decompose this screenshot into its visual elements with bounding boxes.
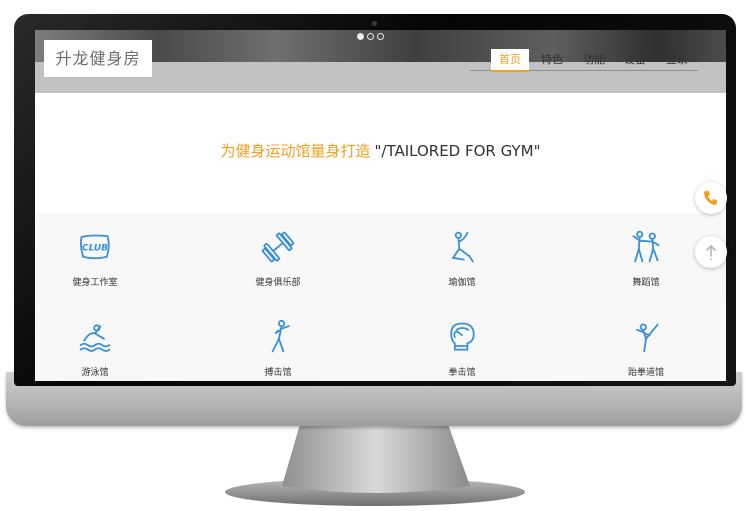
feature-fitness-club[interactable]: 健身俱乐部	[218, 229, 338, 299]
feature-label: 游泳馆	[81, 368, 109, 378]
fighter-icon	[271, 319, 290, 353]
taekwondo-kick-icon	[636, 323, 659, 353]
feature-taekwondo[interactable]: 跆拳道馆	[586, 319, 706, 381]
dancers-icon	[632, 230, 660, 263]
hero-headline: 为健身运动馆量身打造 "/TAILORED FOR GYM"	[35, 140, 726, 161]
screen: 升龙健身房 首页 特色 功能 设备 登录 为健身运动馆量身打造 "/TAILORE…	[35, 30, 726, 381]
feature-label: 跆拳道馆	[627, 368, 664, 378]
feature-grid: CLUB 健身工作室 健身俱乐部 瑜伽馆 舞蹈馆 游泳馆 搏击馆 拳击馆 跆拳道…	[35, 213, 726, 381]
site-logo[interactable]: 升龙健身房	[44, 40, 152, 77]
swimmer-icon	[79, 324, 111, 352]
feature-combat[interactable]: 搏击馆	[218, 319, 338, 381]
dumbbell-icon	[261, 231, 295, 263]
boxing-glove-icon	[450, 322, 475, 351]
hero-title-en: "/TAILORED FOR GYM"	[374, 142, 541, 160]
feature-label: 瑜伽馆	[448, 278, 476, 288]
nav-features[interactable]: 特色	[533, 49, 571, 71]
feature-label: 健身俱乐部	[255, 278, 301, 288]
arrow-up-icon	[706, 244, 716, 261]
carousel-dot[interactable]	[377, 33, 384, 40]
feature-label: 搏击馆	[264, 368, 292, 378]
camera-dot	[372, 21, 377, 26]
carousel-dot[interactable]	[367, 33, 374, 40]
club-badge-text: CLUB	[82, 244, 108, 254]
phone-button[interactable]	[695, 182, 727, 214]
nav-home[interactable]: 首页	[491, 49, 529, 72]
carousel-dot[interactable]	[357, 33, 364, 40]
yoga-pose-icon	[451, 231, 474, 263]
feature-swimming[interactable]: 游泳馆	[35, 319, 155, 381]
feature-boxing[interactable]: 拳击馆	[402, 319, 522, 381]
feature-dance[interactable]: 舞蹈馆	[586, 229, 706, 299]
nav-login[interactable]: 登录	[658, 49, 696, 71]
back-to-top-button[interactable]	[695, 236, 727, 268]
hero-title-cn: 为健身运动馆量身打造	[220, 142, 371, 160]
feature-fitness-studio[interactable]: CLUB 健身工作室	[35, 229, 155, 299]
feature-label: 健身工作室	[72, 278, 118, 288]
feature-label: 拳击馆	[448, 368, 476, 378]
phone-icon	[704, 191, 717, 205]
nav-equipment[interactable]: 设备	[616, 49, 654, 71]
nav-functions[interactable]: 功能	[575, 49, 613, 71]
carousel-dots	[357, 33, 384, 41]
club-badge-icon: CLUB	[80, 234, 110, 260]
feature-yoga[interactable]: 瑜伽馆	[402, 229, 522, 299]
feature-label: 舞蹈馆	[632, 278, 660, 288]
